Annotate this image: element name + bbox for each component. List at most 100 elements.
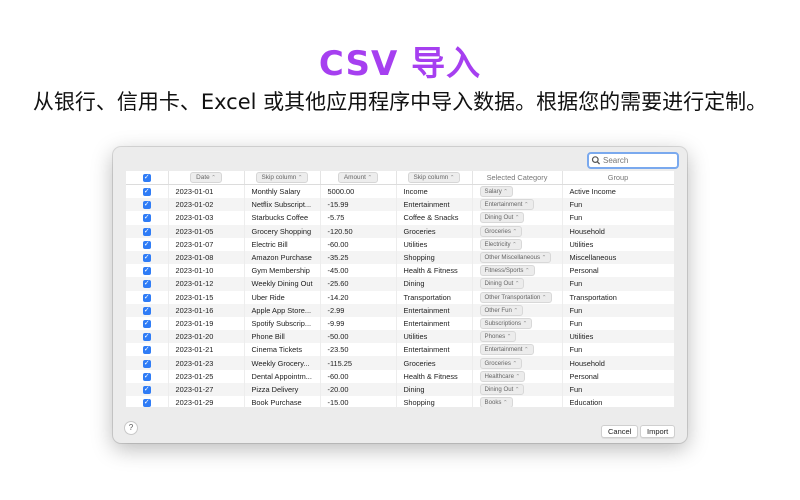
cell-amount: -15.00	[320, 396, 397, 407]
row-checkbox[interactable]: ✓	[142, 359, 151, 368]
category-dropdown[interactable]: Entertainment ⌃	[479, 344, 534, 356]
chevron-updown-icon: ⌃	[521, 320, 528, 327]
row-checkbox[interactable]: ✓	[142, 319, 151, 328]
category-dropdown[interactable]: Other Transportation ⌃	[479, 291, 552, 303]
chevron-updown-icon: ⌃	[513, 281, 520, 288]
cell-category: Groceries	[396, 224, 473, 238]
cell-amount: -60.00	[320, 237, 397, 251]
row-select-cell: ✓	[126, 369, 169, 383]
category-dropdown[interactable]: Electricity ⌃	[479, 238, 522, 250]
column-mapping-dropdown[interactable]: Amount ⌃	[337, 172, 379, 183]
chevron-updown-icon: ⌃	[511, 307, 519, 314]
table-row[interactable]: ✓ 2023-01-27 Pizza Delivery -20.00 Dining Din…	[126, 382, 674, 396]
cell-group: Utilities	[562, 237, 674, 251]
table-row[interactable]: ✓ 2023-01-15 Uber Ride -14.20 Transportation…	[126, 290, 674, 304]
category-dropdown[interactable]: Groceries ⌃	[479, 225, 523, 237]
row-checkbox[interactable]: ✓	[142, 188, 151, 197]
table-row[interactable]: ✓ 2023-01-20 Phone Bill -50.00 Utilities Phon…	[126, 330, 674, 344]
chevron-updown-icon: ⌃	[513, 373, 521, 380]
category-dropdown[interactable]: Healthcare ⌃	[479, 370, 526, 382]
row-checkbox[interactable]: ✓	[142, 280, 151, 289]
cell-category: Health & Fitness	[396, 369, 473, 383]
cell-amount: -120.50	[320, 224, 397, 238]
category-dropdown[interactable]: Dining Out ⌃	[479, 383, 525, 395]
cell-amount: -60.00	[320, 369, 397, 383]
row-checkbox[interactable]: ✓	[142, 214, 151, 223]
row-checkbox[interactable]: ✓	[142, 201, 151, 210]
row-checkbox[interactable]: ✓	[142, 267, 151, 276]
search-field[interactable]	[587, 152, 679, 169]
cell-category: Coffee & Snacks	[396, 211, 473, 225]
row-checkbox[interactable]: ✓	[142, 254, 151, 263]
category-dropdown[interactable]: Dining Out ⌃	[479, 278, 525, 290]
table-row[interactable]: ✓ 2023-01-29 Book Purchase -15.00 Shopping Bo…	[126, 396, 674, 407]
cell-description: Cinema Tickets	[244, 343, 321, 357]
category-dropdown[interactable]: Other Miscellaneous ⌃	[479, 252, 552, 264]
row-checkbox[interactable]: ✓	[142, 385, 151, 394]
magnifier-icon	[591, 156, 601, 165]
cell-category: Dining	[396, 382, 473, 396]
column-mapping-dropdown[interactable]: Skip column ⌃	[255, 172, 309, 183]
cell-selected-category: Dining Out ⌃	[472, 211, 563, 225]
category-dropdown[interactable]: Other Fun ⌃	[479, 304, 524, 316]
category-dropdown[interactable]: Phones ⌃	[479, 331, 517, 343]
row-checkbox[interactable]: ✓	[142, 293, 151, 302]
category-dropdown[interactable]: Groceries ⌃	[479, 357, 523, 369]
cell-date: 2023-01-10	[168, 264, 245, 278]
chevron-updown-icon: ⌃	[501, 400, 508, 407]
cell-description: Pizza Delivery	[244, 382, 321, 396]
table-row[interactable]: ✓ 2023-01-12 Weekly Dining Out -25.60 Dining…	[126, 277, 674, 291]
table-row[interactable]: ✓ 2023-01-10 Gym Membership -45.00 Health & …	[126, 264, 674, 278]
category-dropdown[interactable]: Salary ⌃	[479, 186, 513, 198]
row-checkbox[interactable]: ✓	[142, 240, 151, 249]
help-button[interactable]: ?	[124, 421, 138, 435]
cell-selected-category: Phones ⌃	[472, 330, 563, 344]
cell-group: Transportation	[562, 290, 674, 304]
category-dropdown[interactable]: Fitness/Sports ⌃	[479, 265, 535, 277]
row-select-cell: ✓	[126, 303, 169, 317]
cell-amount: -115.25	[320, 356, 397, 370]
cell-amount: -2.99	[320, 303, 397, 317]
column-mapping-dropdown[interactable]: Skip column ⌃	[407, 172, 461, 183]
table-row[interactable]: ✓ 2023-01-23 Weekly Grocery... -115.25 Groce…	[126, 356, 674, 370]
table-row[interactable]: ✓ 2023-01-16 Apple App Store... -2.99 Entert…	[126, 303, 674, 317]
cell-category: Utilities	[396, 237, 473, 251]
cell-selected-category: Subscriptions ⌃	[472, 316, 563, 331]
row-select-cell: ✓	[126, 356, 169, 370]
category-dropdown[interactable]: Entertainment ⌃	[479, 199, 534, 211]
column-mapping-dropdown[interactable]: Date ⌃	[190, 172, 222, 183]
cell-category: Transportation	[396, 290, 473, 304]
select-all-checkbox[interactable]: ✓	[142, 173, 151, 182]
row-checkbox[interactable]: ✓	[142, 346, 151, 355]
cell-group: Fun	[562, 303, 674, 317]
table-row[interactable]: ✓ 2023-01-07 Electric Bill -60.00 Utilities E…	[126, 237, 674, 251]
cell-description: Apple App Store...	[244, 303, 321, 317]
category-dropdown[interactable]: Dining Out ⌃	[479, 212, 525, 224]
table-row[interactable]: ✓ 2023-01-19 Spotify Subscrip... -9.99 Enter…	[126, 316, 674, 331]
table-row[interactable]: ✓ 2023-01-08 Amazon Purchase -35.25 Shopping…	[126, 250, 674, 265]
cell-selected-category: Books ⌃	[472, 396, 563, 407]
table-row[interactable]: ✓ 2023-01-02 Netflix Subscript... -15.99 Ent…	[126, 198, 674, 212]
table-row[interactable]: ✓ 2023-01-03 Starbucks Coffee -5.75 Coffee &…	[126, 211, 674, 225]
category-dropdown[interactable]: Books ⌃	[479, 397, 513, 407]
cell-date: 2023-01-03	[168, 211, 245, 225]
cell-date: 2023-01-08	[168, 250, 245, 265]
chevron-updown-icon: ⌃	[522, 347, 529, 354]
row-checkbox[interactable]: ✓	[142, 306, 151, 315]
row-checkbox[interactable]: ✓	[142, 333, 151, 342]
table-row[interactable]: ✓ 2023-01-01 Monthly Salary 5000.00 Income Sa…	[126, 184, 674, 199]
category-dropdown[interactable]: Subscriptions ⌃	[479, 317, 533, 329]
search-input[interactable]	[603, 154, 673, 167]
cell-description: Monthly Salary	[244, 184, 321, 199]
row-checkbox[interactable]: ✓	[142, 399, 151, 407]
row-checkbox[interactable]: ✓	[142, 372, 151, 381]
import-button[interactable]: Import	[640, 425, 676, 438]
table-row[interactable]: ✓ 2023-01-05 Grocery Shopping -120.50 Grocer…	[126, 224, 674, 238]
cell-group: Fun	[562, 211, 674, 225]
cancel-button[interactable]: Cancel	[601, 425, 639, 438]
table-row[interactable]: ✓ 2023-01-21 Cinema Tickets -23.50 Entertain…	[126, 343, 674, 357]
row-checkbox[interactable]: ✓	[142, 227, 151, 236]
column-mapping-header: Skip column ⌃	[396, 171, 473, 185]
cell-description: Spotify Subscrip...	[244, 316, 321, 331]
table-row[interactable]: ✓ 2023-01-25 Dental Appointm... -60.00 Healt…	[126, 369, 674, 383]
